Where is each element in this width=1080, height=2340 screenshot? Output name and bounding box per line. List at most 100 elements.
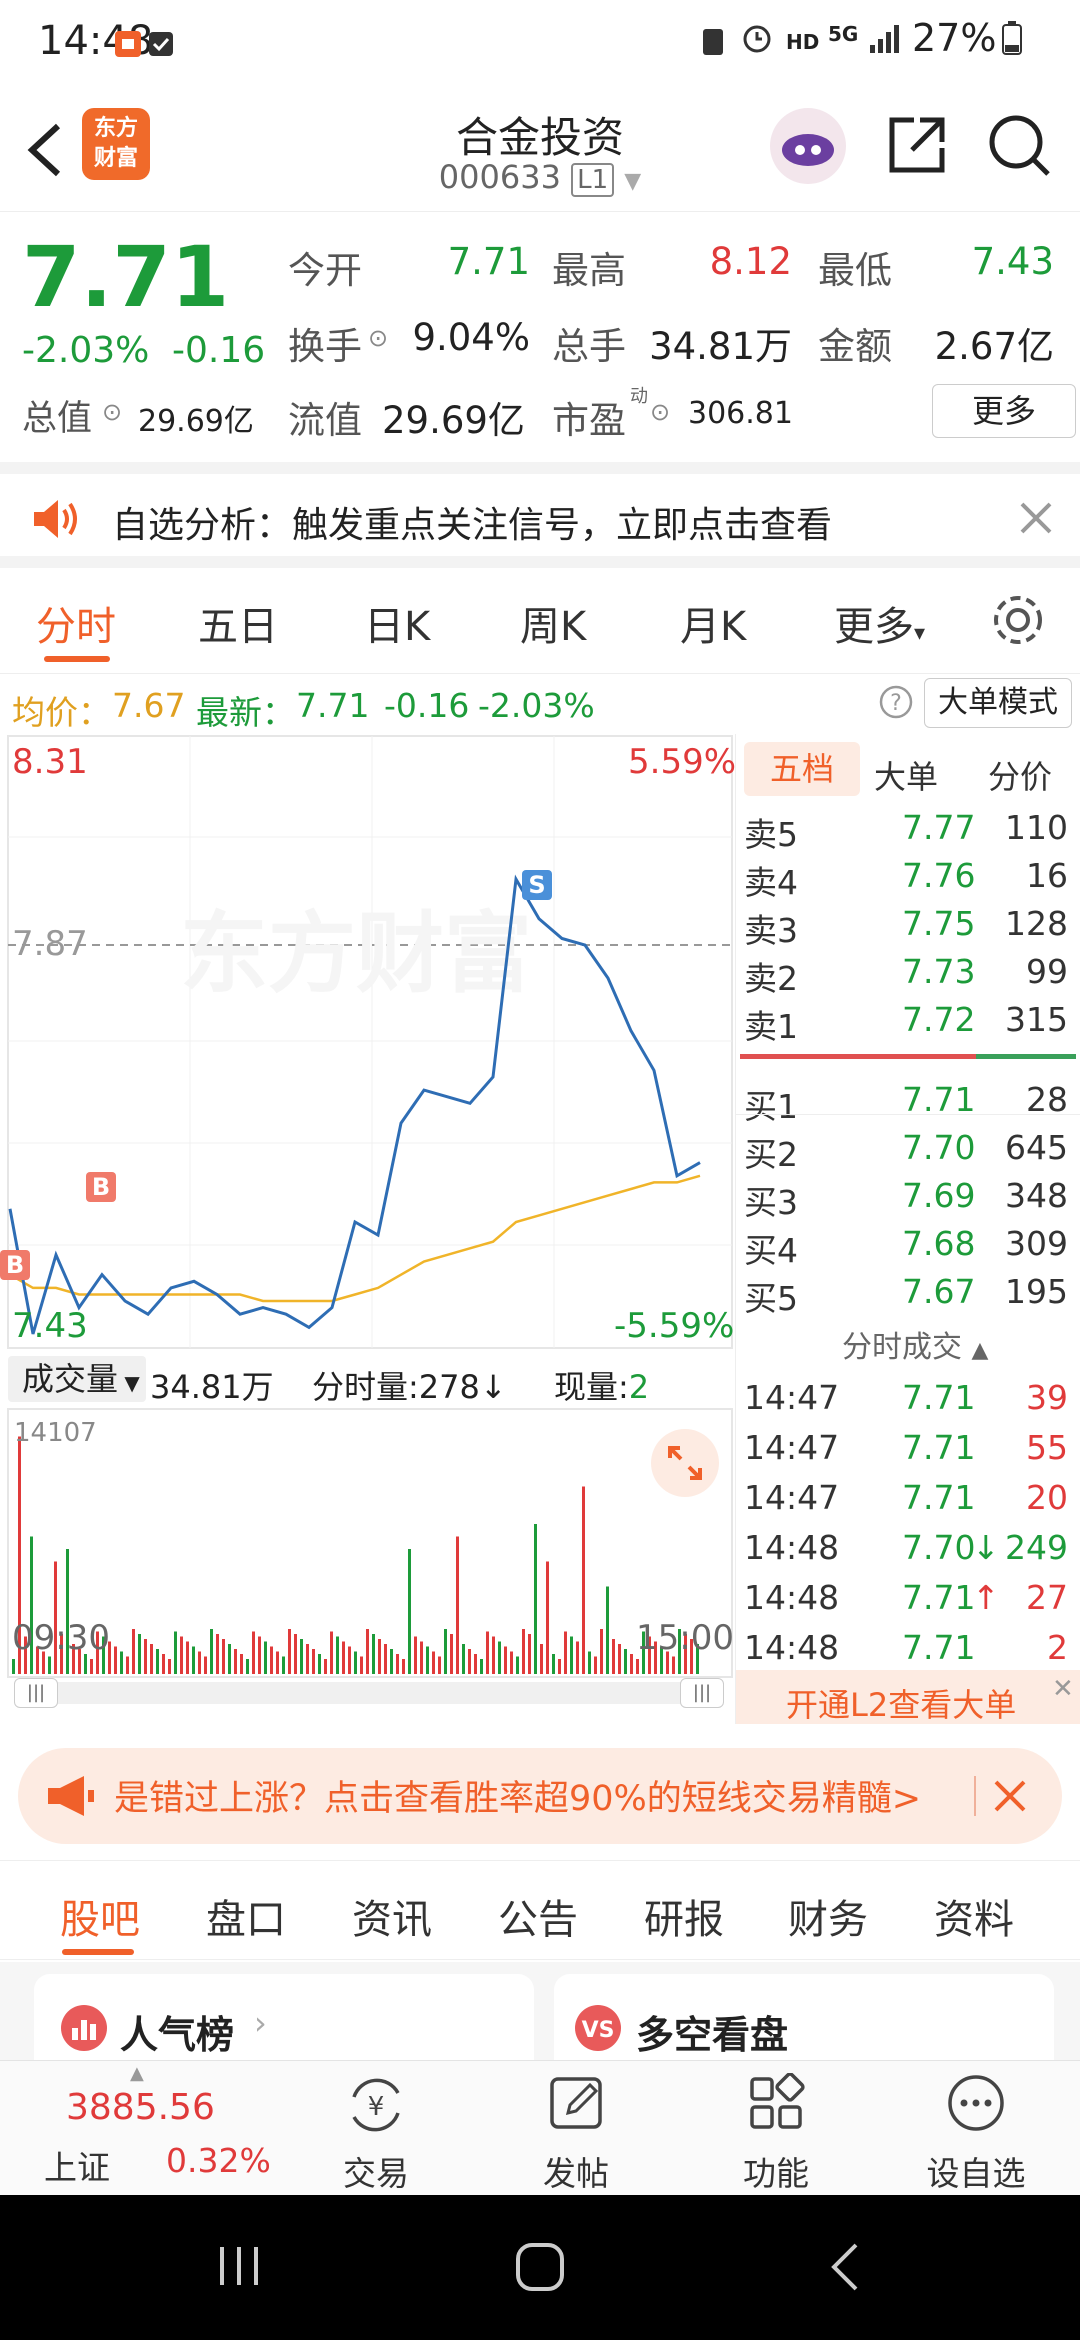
volume-bar xyxy=(186,1641,189,1674)
close-icon[interactable] xyxy=(1018,500,1054,536)
promo-text: 是错过上涨？点击查看胜率超90%的短线交易精髓> xyxy=(114,1779,922,1819)
volume-bar xyxy=(216,1634,219,1674)
trade-row: 14:48 7.70 ↓ 249 xyxy=(744,1528,1074,1576)
ask-volume: 99 xyxy=(1026,952,1068,991)
index-ticker[interactable]: ▲ 3885.56 上证 0.32% xyxy=(0,2061,280,2196)
chevron-down-icon: ▼ xyxy=(624,169,642,194)
trade-direction-arrow-icon: ↓ xyxy=(972,1528,1000,1567)
time-range-scrollbar[interactable]: ||| ||| xyxy=(14,1678,724,1708)
tab-financials[interactable]: 财务 xyxy=(788,1887,868,1945)
promo-banner[interactable]: 是错过上涨？点击查看胜率超90%的短线交易精髓> xyxy=(18,1748,1062,1844)
volume-bar xyxy=(546,1561,549,1674)
volume-bar xyxy=(468,1649,471,1674)
tab-five-day[interactable]: 五日 xyxy=(198,594,278,652)
volume-bar xyxy=(324,1659,327,1674)
help-icon[interactable]: ? xyxy=(878,684,914,720)
l2-upgrade-banner[interactable]: 开通L2查看大单 ✕ xyxy=(736,1670,1080,1724)
book-tab-price-distribution[interactable]: 分价 xyxy=(988,752,1052,798)
volume-bar xyxy=(420,1641,423,1674)
bid-volume: 645 xyxy=(1005,1128,1068,1167)
big-order-mode-button[interactable]: 大单模式 xyxy=(924,678,1072,728)
volume-bar xyxy=(450,1634,453,1674)
volume-bar xyxy=(228,1644,231,1674)
nav-functions[interactable]: 功能 xyxy=(676,2061,876,2196)
close-icon[interactable]: ✕ xyxy=(1052,1674,1074,1704)
tab-weekly-k[interactable]: 周K xyxy=(520,594,586,652)
popularity-card[interactable]: 人气榜 › xyxy=(34,1974,534,2062)
mktcap-label: 总值 xyxy=(22,399,93,439)
y-axis-bottom-label: 7.43 xyxy=(12,1306,88,1346)
notice-bar[interactable]: 自选分析：触发重点关注信号，立即点击查看 xyxy=(0,462,1080,568)
trades-title[interactable]: 分时成交 ▲ xyxy=(842,1322,988,1366)
tab-announcements[interactable]: 公告 xyxy=(498,1887,578,1945)
book-tab-five-levels[interactable]: 五档 xyxy=(744,742,860,796)
trade-time: 14:47 xyxy=(744,1378,840,1417)
info-dots-icon[interactable]: ⊙ xyxy=(102,398,122,426)
volume-bar xyxy=(312,1649,315,1674)
pe-value: 306.81 xyxy=(688,396,793,431)
tab-intraday[interactable]: 分时 xyxy=(36,594,116,652)
nav-trade[interactable]: ¥ 交易 xyxy=(276,2061,476,2196)
stock-code-row[interactable]: 000633 L1 ▼ xyxy=(340,158,740,197)
buy-marker[interactable]: B xyxy=(0,1250,30,1280)
ask-price: 7.75 xyxy=(902,904,976,943)
nav-set-watchlist[interactable]: 设自选 xyxy=(876,2061,1076,2196)
back-icon[interactable] xyxy=(20,120,68,180)
trade-time: 14:48 xyxy=(744,1628,840,1667)
tab-news[interactable]: 资讯 xyxy=(352,1887,432,1945)
tab-daily-k[interactable]: 日K xyxy=(364,594,430,652)
tab-more[interactable]: 更多▾ xyxy=(834,594,925,652)
divider xyxy=(974,1776,976,1816)
signal-icon xyxy=(868,20,904,53)
amount-value: 2.67亿 xyxy=(934,325,1054,368)
intraday-chart-svg: 东方财富 xyxy=(7,735,733,1678)
ask-level-label: 卖4 xyxy=(744,863,798,902)
info-dots-icon[interactable]: ⊙ xyxy=(650,398,670,426)
volume-bar xyxy=(522,1629,525,1674)
volume-bar xyxy=(282,1656,285,1674)
expand-icon[interactable] xyxy=(650,1428,720,1498)
tab-order-book[interactable]: 盘口 xyxy=(206,1887,286,1945)
tab-monthly-k[interactable]: 月K xyxy=(680,594,746,652)
ask-row: 卖4 7.76 16 xyxy=(744,856,1074,904)
volume-bar xyxy=(120,1651,123,1674)
battery-percent: 27% xyxy=(912,16,997,60)
current-volume-label: 现量: xyxy=(554,1368,629,1406)
volume-bar xyxy=(12,1659,15,1674)
scroll-handle-right[interactable]: ||| xyxy=(680,1678,724,1708)
back-nav-icon[interactable] xyxy=(826,2241,866,2293)
tab-profile[interactable]: 资料 xyxy=(934,1887,1014,1945)
close-icon[interactable] xyxy=(990,1776,1030,1816)
battery-icon xyxy=(1002,20,1022,55)
search-icon[interactable] xyxy=(986,112,1052,178)
amount-label: 金额 xyxy=(818,325,892,368)
tab-research[interactable]: 研报 xyxy=(644,1887,724,1945)
scroll-handle-left[interactable]: ||| xyxy=(14,1678,58,1708)
more-button[interactable]: 更多 xyxy=(932,384,1076,438)
settings-gear-icon[interactable] xyxy=(990,592,1046,648)
trade-volume: 55 xyxy=(1026,1428,1068,1467)
volume-bar xyxy=(432,1651,435,1674)
time-start-label: 09:30 xyxy=(12,1618,110,1658)
index-value: 3885.56 xyxy=(66,2087,215,2128)
bull-bear-card[interactable]: VS 多空看盘 xyxy=(554,1974,1054,2062)
nav-post[interactable]: 发帖 xyxy=(476,2061,676,2196)
recent-apps-icon[interactable] xyxy=(214,2241,264,2291)
intraday-chart[interactable]: 东方财富 8.31 5.59% 7.87 7.43 -5.59% B B S 成… xyxy=(0,734,736,1724)
trades-title-label: 分时成交 xyxy=(842,1330,962,1365)
home-icon[interactable] xyxy=(514,2241,566,2293)
volume-bar xyxy=(354,1651,357,1674)
bull-bear-title: 多空看盘 xyxy=(636,2013,789,2057)
volume-bar xyxy=(594,1656,597,1674)
book-tab-big-orders[interactable]: 大单 xyxy=(874,752,938,798)
robot-assistant-icon[interactable] xyxy=(768,106,848,186)
buy-marker[interactable]: B xyxy=(86,1172,116,1202)
volume-bar xyxy=(126,1656,129,1674)
sell-marker[interactable]: S xyxy=(522,870,552,900)
volume-bar xyxy=(48,1656,51,1674)
bid-row: 买4 7.68 309 xyxy=(744,1224,1074,1272)
tab-forum[interactable]: 股吧 xyxy=(60,1887,140,1945)
info-dots-icon[interactable]: ⊙ xyxy=(368,324,388,352)
volume-indicator-select[interactable]: 成交量 ▼ xyxy=(8,1356,146,1402)
share-icon[interactable] xyxy=(884,112,950,178)
